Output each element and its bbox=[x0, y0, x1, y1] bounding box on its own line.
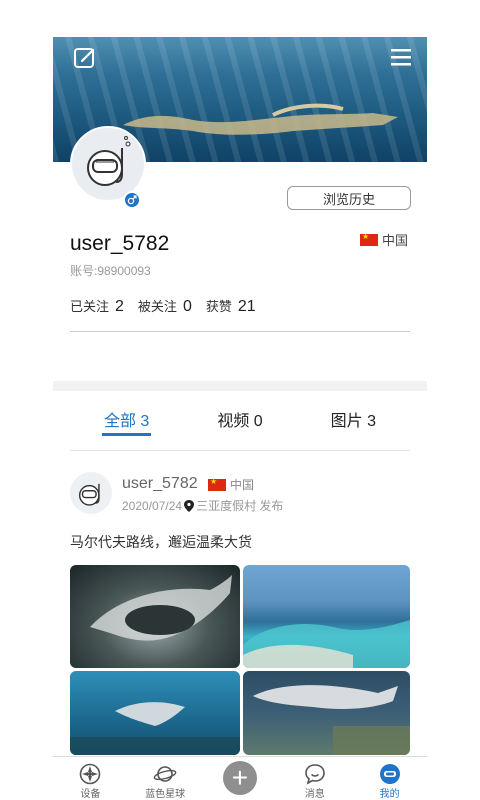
post-location: 三亚度假村 发布 bbox=[196, 499, 284, 513]
nav-blue-planet[interactable]: 蓝色星球 bbox=[128, 757, 203, 800]
message-icon bbox=[303, 763, 327, 785]
post-author-name[interactable]: user_5782 bbox=[122, 475, 198, 493]
mermaid-diver-image bbox=[123, 103, 398, 135]
location-pin-icon bbox=[184, 499, 195, 512]
profile-country: 中国 bbox=[360, 230, 408, 249]
country-label: 中国 bbox=[382, 233, 409, 248]
post-country: 中国 bbox=[208, 476, 254, 493]
post-photo-shark[interactable] bbox=[243, 671, 410, 755]
plus-icon: + bbox=[222, 761, 257, 795]
nav-label: 消息 bbox=[304, 789, 325, 800]
bottom-navigation: 设备 蓝色星球 + 消息 我的 bbox=[53, 756, 427, 800]
nav-mine[interactable]: 我的 bbox=[352, 757, 427, 800]
stat-label: 被关注 bbox=[137, 299, 177, 314]
browse-history-button[interactable]: 浏览历史 bbox=[287, 186, 411, 210]
post-author-avatar[interactable] bbox=[70, 472, 112, 514]
post-meta: 2020/07/24 三亚度假村 发布 bbox=[122, 497, 283, 514]
stat-followers[interactable]: 被关注 0 bbox=[138, 296, 192, 316]
nav-label: 我的 bbox=[379, 789, 400, 800]
profile-screen: 浏览历史 user_5782 中国 账号:98900093 已关注 2 被关注 0 … bbox=[0, 0, 480, 800]
post-date: 2020/07/24 bbox=[122, 498, 183, 513]
manta-ray-image bbox=[90, 575, 232, 641]
tab-videos[interactable]: 视频 0 bbox=[183, 400, 296, 436]
tab-all[interactable]: 全部 3 bbox=[70, 400, 183, 436]
divider bbox=[70, 331, 410, 332]
profile-stats: 已关注 2 被关注 0 获赞 21 bbox=[70, 296, 256, 316]
post-text: 马尔代夫路线，邂逅温柔大货 bbox=[70, 534, 252, 550]
china-flag-icon bbox=[208, 477, 226, 491]
section-separator bbox=[53, 381, 427, 391]
diver-mask-icon bbox=[87, 136, 131, 186]
diver-mask-icon bbox=[378, 763, 402, 785]
post-photo-island[interactable] bbox=[243, 565, 410, 668]
stat-likes: 获赞 21 bbox=[206, 296, 256, 316]
nav-add[interactable]: + bbox=[203, 757, 278, 800]
stat-label: 获赞 bbox=[205, 299, 232, 314]
nav-label: 设备 bbox=[80, 789, 101, 800]
account-id: 账号:98900093 bbox=[70, 264, 151, 278]
island-aerial-image bbox=[243, 620, 410, 668]
planet-icon bbox=[153, 763, 177, 785]
menu-icon[interactable] bbox=[390, 46, 412, 68]
tab-photos[interactable]: 图片 3 bbox=[297, 400, 410, 436]
stat-label: 已关注 bbox=[70, 299, 110, 314]
post-photo-manta-ray[interactable] bbox=[70, 565, 240, 668]
china-flag-icon bbox=[360, 232, 378, 246]
post-photo-ray[interactable] bbox=[70, 671, 240, 755]
profile-username: user_5782 bbox=[70, 232, 170, 255]
diver-mask-icon bbox=[78, 483, 100, 506]
stat-value: 2 bbox=[115, 298, 124, 315]
nav-device[interactable]: 设备 bbox=[53, 757, 128, 800]
post-country-label: 中国 bbox=[230, 478, 255, 492]
edit-icon[interactable] bbox=[73, 46, 97, 70]
stat-value: 0 bbox=[182, 298, 192, 315]
stingray-image bbox=[70, 702, 240, 755]
device-icon bbox=[78, 763, 102, 785]
divider bbox=[70, 450, 410, 451]
shark-image bbox=[253, 685, 410, 755]
nav-messages[interactable]: 消息 bbox=[277, 757, 352, 800]
nav-label: 蓝色星球 bbox=[145, 789, 186, 800]
content-tabs: 全部 3 视频 0 图片 3 bbox=[70, 400, 410, 436]
stat-following[interactable]: 已关注 2 bbox=[70, 296, 124, 316]
stat-value: 21 bbox=[237, 298, 256, 315]
male-gender-icon bbox=[123, 191, 141, 209]
